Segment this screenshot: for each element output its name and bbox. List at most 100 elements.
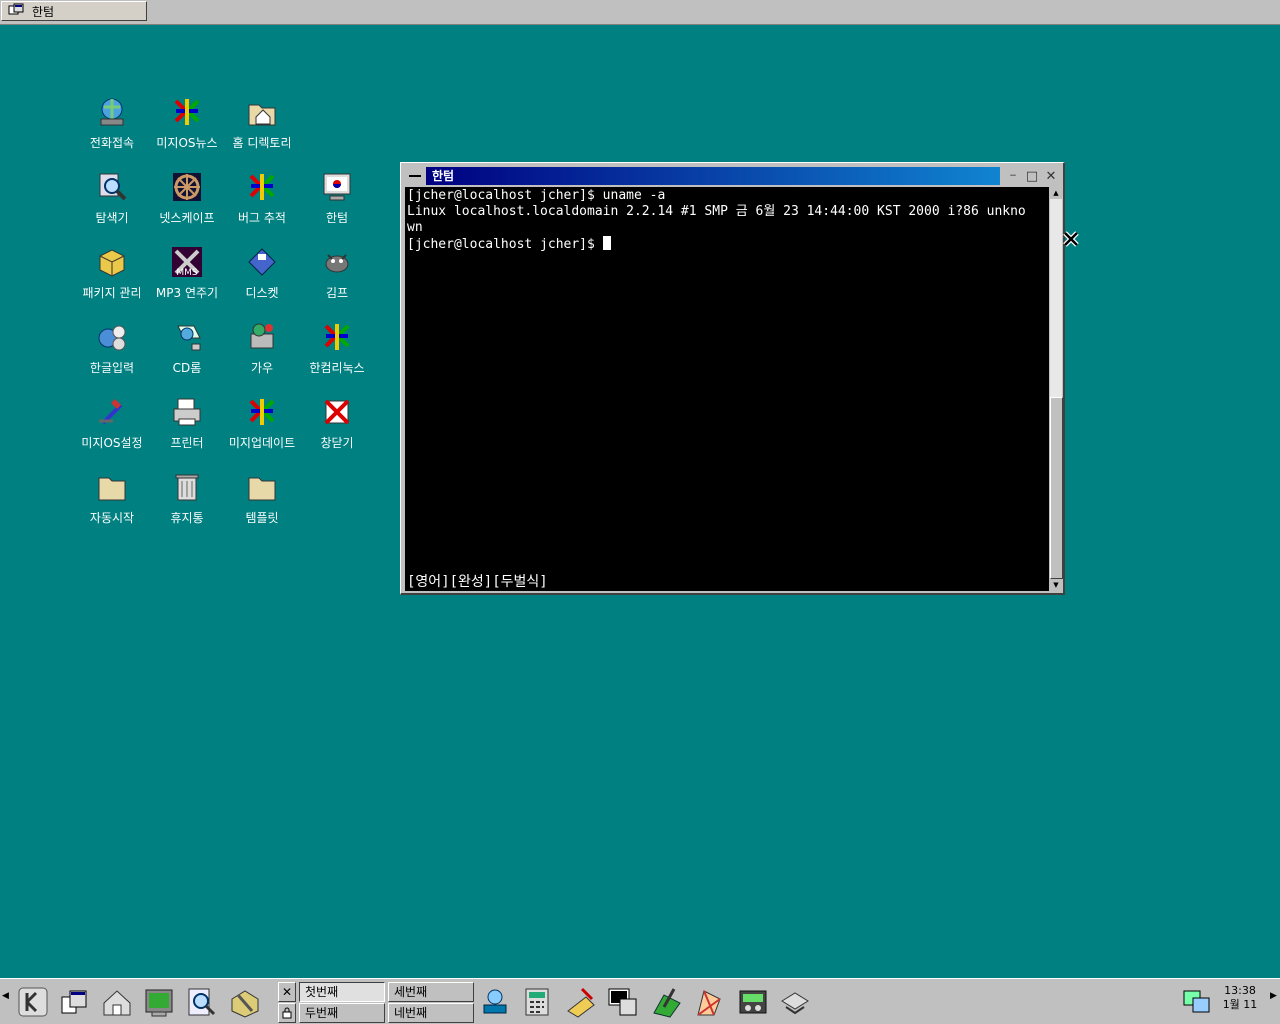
desktop-icon[interactable]: 한글입력 xyxy=(74,320,150,386)
text-cursor xyxy=(602,236,611,250)
home-launcher[interactable] xyxy=(98,983,136,1021)
netscape-wheel-icon xyxy=(173,173,201,201)
terminal-scrollbar[interactable]: ▲ ▼ xyxy=(1050,187,1063,591)
desktop-icon[interactable]: 미지OS뉴스 xyxy=(149,95,225,161)
desktop-icon[interactable]: 홈 디렉토리 xyxy=(224,95,300,161)
panel-hide-right-icon[interactable]: ▶ xyxy=(1270,991,1278,1011)
window-list-icon xyxy=(61,990,87,1014)
desktop-icon[interactable]: CD롬 xyxy=(149,320,225,386)
desktop-icon-label: 탐색기 xyxy=(95,211,129,225)
terminal-line: wn xyxy=(407,220,423,235)
terminal-screen[interactable]: [jcher@localhost jcher]$ uname -a Linux … xyxy=(405,187,1049,591)
desktop-icon[interactable]: 한컴리눅스 xyxy=(299,320,375,386)
terminal-titlebar[interactable]: 한텀 − □ ✕ xyxy=(404,166,1060,186)
trash-icon xyxy=(175,474,199,501)
desktop-icon[interactable]: MMS MP3 연주기 xyxy=(149,245,225,311)
desktop-icon[interactable]: 자동시작 xyxy=(74,470,150,536)
terminal-window-launcher[interactable] xyxy=(604,983,642,1021)
desktop-icon-label: MP3 연주기 xyxy=(155,286,219,300)
network-launcher[interactable] xyxy=(776,983,814,1021)
desktop-icon[interactable]: 휴지통 xyxy=(149,470,225,536)
desktop-icon[interactable]: 전화접속 xyxy=(74,95,150,161)
taskbar-item-hanterm[interactable]: 한텀 xyxy=(1,1,147,21)
desktop-icon[interactable]: 가우 xyxy=(224,320,300,386)
desktop-icon-label: 미지OS뉴스 xyxy=(156,136,218,150)
clock-date: 1월 11 xyxy=(1222,998,1258,1011)
desktop-icon[interactable]: 한텀 xyxy=(299,170,375,236)
minimize-icon: − xyxy=(1009,171,1017,181)
desktop-icon[interactable]: 미지OS설정 xyxy=(74,395,150,461)
network-tray-icon[interactable] xyxy=(1180,985,1214,1019)
editor-launcher[interactable] xyxy=(648,983,686,1021)
close-button[interactable]: ✕ xyxy=(1042,168,1060,184)
input-method-status: [영어][완성][두벌식] xyxy=(407,574,548,590)
desktop-icon[interactable]: 창닫기 xyxy=(299,395,375,461)
desktop-icon-label: 프린터 xyxy=(170,436,204,450)
desktop-icon[interactable]: 넷스케이프 xyxy=(149,170,225,236)
kde-start-launcher[interactable] xyxy=(14,983,52,1021)
desktop-icon-label: CD롬 xyxy=(172,361,202,375)
terminal-monitor-icon xyxy=(323,173,351,201)
cd-player-launcher[interactable] xyxy=(734,983,772,1021)
mizi-logo-icon xyxy=(249,174,275,200)
scrollbar-thumb[interactable] xyxy=(1050,397,1063,579)
terminal-launcher[interactable] xyxy=(140,983,178,1021)
desktop-icon-label: 홈 디렉토리 xyxy=(232,136,292,150)
cdrom-icon xyxy=(177,325,201,351)
scroll-down-arrow-icon[interactable]: ▼ xyxy=(1050,579,1062,591)
desktop-icon[interactable]: 템플릿 xyxy=(224,470,300,536)
mizi-logo-icon xyxy=(249,399,275,425)
office-launcher[interactable] xyxy=(690,983,728,1021)
taskbar-item-label: 한텀 xyxy=(32,4,55,19)
minimize-button[interactable]: − xyxy=(1004,168,1022,184)
desktop-2-button[interactable]: 두번째 xyxy=(299,1003,385,1023)
desktop-icon[interactable]: 패키지 관리 xyxy=(74,245,150,311)
desktop-4-button[interactable]: 네번째 xyxy=(388,1003,474,1023)
close-icon: ✕ xyxy=(1045,168,1057,184)
desktop-icon[interactable]: 김프 xyxy=(299,245,375,311)
window-menu-button[interactable] xyxy=(405,167,425,185)
window-list-launcher[interactable] xyxy=(56,983,94,1021)
scroll-up-arrow-icon[interactable]: ▲ xyxy=(1050,187,1062,199)
terminal-window[interactable]: 한텀 − □ ✕ [jcher@localhost jcher]$ uname … xyxy=(400,162,1065,595)
mp3-player-icon: MMS xyxy=(172,247,202,278)
desktop-icon-label: 버그 추적 xyxy=(238,211,286,225)
cd-player-icon xyxy=(739,990,767,1014)
svg-text:MMS: MMS xyxy=(176,268,198,278)
desktop-icon-label: 가우 xyxy=(250,361,274,375)
desktop-icon[interactable]: 버그 추적 xyxy=(224,170,300,236)
floppy-disk-icon xyxy=(248,248,276,276)
desktop-icon[interactable]: 프린터 xyxy=(149,395,225,461)
panel-hide-left-icon[interactable]: ◀ xyxy=(2,991,10,1011)
desktop-icon[interactable]: 디스켓 xyxy=(224,245,300,311)
hangul-input-icon xyxy=(98,325,126,351)
clock[interactable]: 13:38 1월 11 xyxy=(1218,984,1262,1012)
mizi-logo-icon xyxy=(174,99,200,125)
top-taskbar: 한텀 xyxy=(0,0,1280,25)
desktop-icon-label: 휴지통 xyxy=(170,511,204,525)
terminal-prompt: [jcher@localhost jcher]$ xyxy=(407,237,603,252)
calculator-launcher[interactable] xyxy=(518,983,556,1021)
desktop-icon-label: 한글입력 xyxy=(89,361,135,375)
home-icon xyxy=(103,990,131,1016)
config-tools-launcher[interactable] xyxy=(226,983,264,1021)
paint-launcher[interactable] xyxy=(562,983,600,1021)
lock-screen-button[interactable]: ✕ xyxy=(278,982,296,1002)
desktop-3-button[interactable]: 세번째 xyxy=(388,982,474,1002)
desktop-1-button[interactable]: 첫번째 xyxy=(299,982,385,1002)
terminal-prompt-line: [jcher@localhost jcher]$ xyxy=(407,236,1047,252)
desktop-icon[interactable]: 탐색기 xyxy=(74,170,150,236)
logout-button[interactable] xyxy=(278,1003,296,1023)
terminal-window-icon xyxy=(608,988,637,1016)
home-folder-icon xyxy=(248,104,276,126)
gau-icon xyxy=(250,323,274,349)
window-title[interactable]: 한텀 xyxy=(426,167,1000,185)
search-launcher[interactable] xyxy=(182,983,220,1021)
desktop-icon[interactable]: 미지업데이트 xyxy=(224,395,300,461)
office-icon xyxy=(697,990,721,1016)
terminal-line: [jcher@localhost jcher]$ uname -a xyxy=(407,188,666,203)
package-launcher[interactable] xyxy=(476,983,514,1021)
maximize-button[interactable]: □ xyxy=(1023,168,1041,184)
paint-icon xyxy=(567,987,595,1018)
bottom-panel: ◀ ✕ 첫번째 세번째 두번째 네번째 13:38 1월 11 ▶ xyxy=(0,978,1280,1024)
